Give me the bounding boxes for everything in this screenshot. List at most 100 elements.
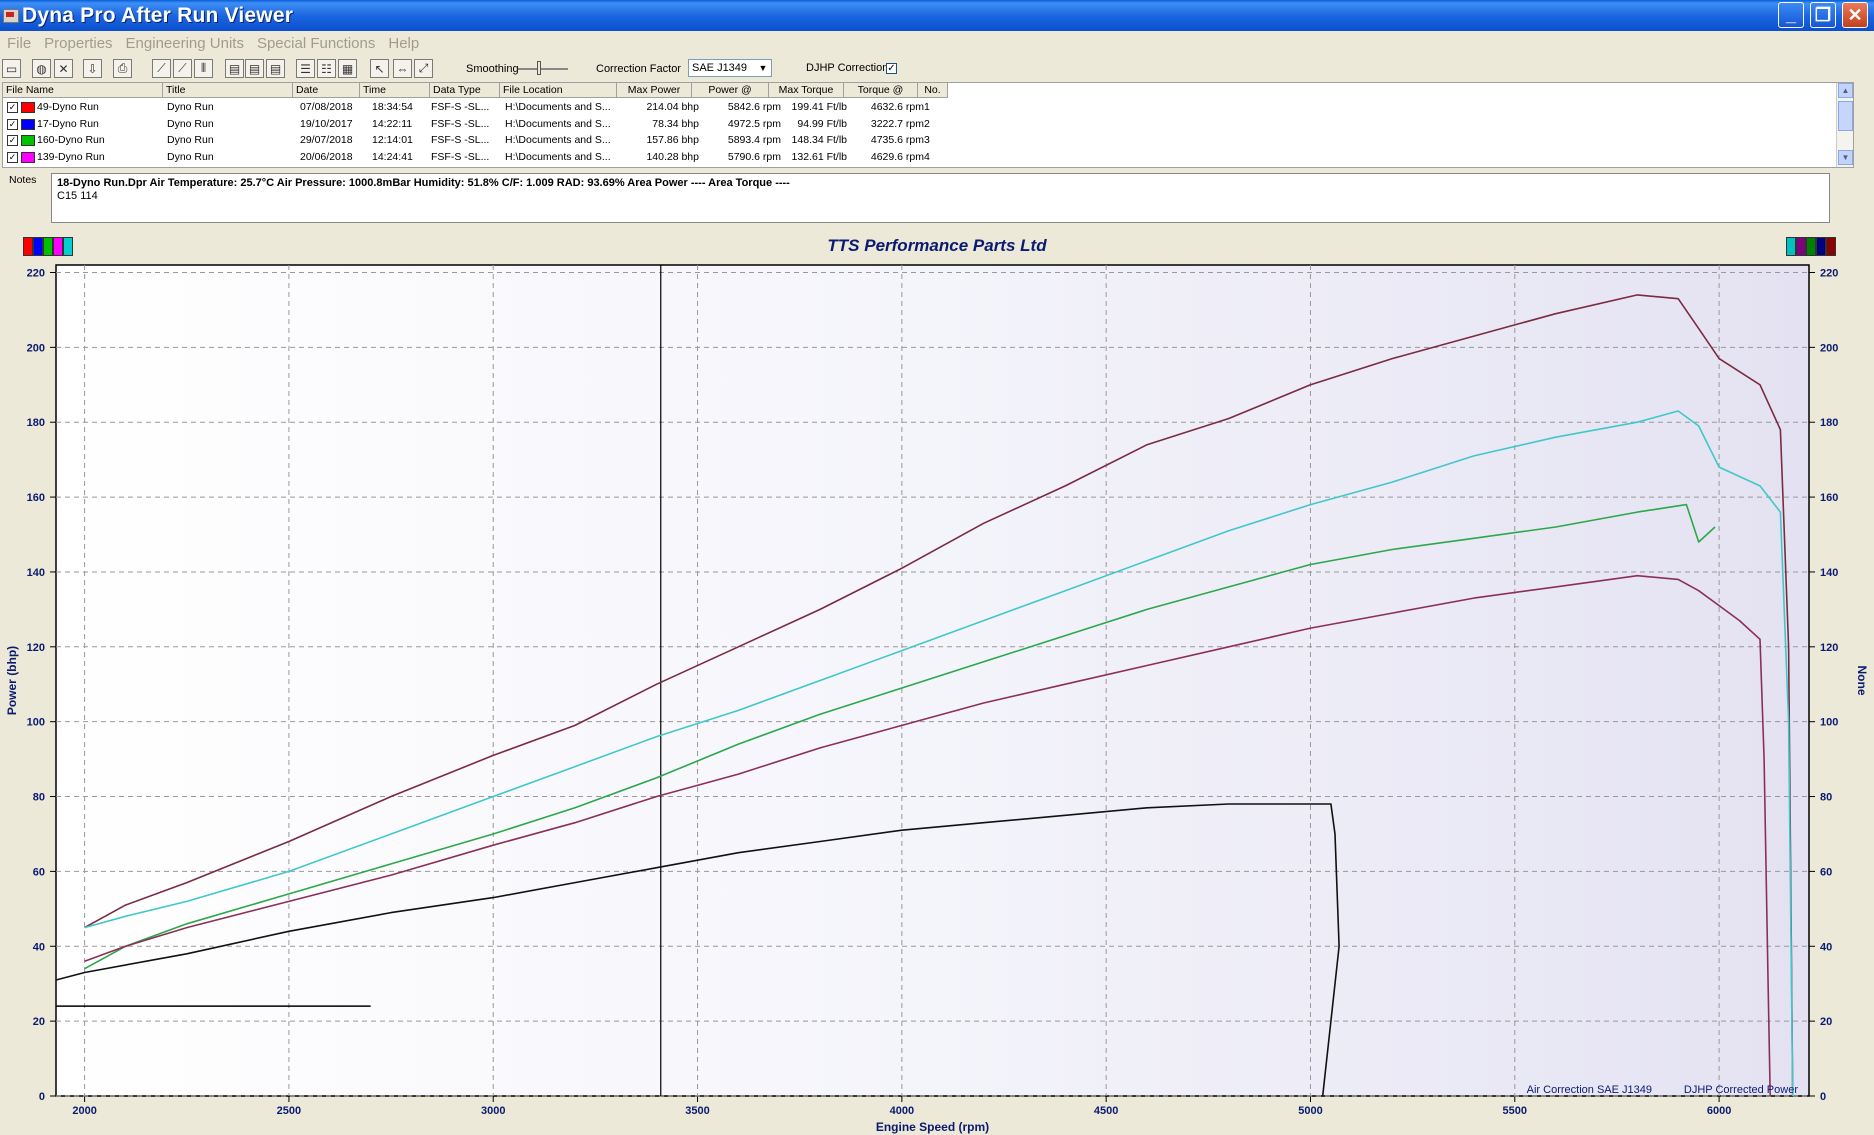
- table-grid-icon[interactable]: ▦: [338, 59, 357, 78]
- minimize-button[interactable]: _: [1778, 2, 1804, 28]
- cursor-icon[interactable]: ↖: [370, 59, 389, 78]
- table-header: File Name Title Date Time Data Type File Loca…: [3, 83, 948, 98]
- air-correction-note: Air Correction SAE J1349: [1527, 1084, 1652, 1096]
- cell-max-power: 140.28 bhp: [646, 150, 699, 163]
- row-visible-checkbox[interactable]: ✓: [7, 118, 18, 130]
- col-data-type-header[interactable]: Data Type: [430, 83, 500, 98]
- cell-max-torque: 94.99 Ft/lb: [797, 117, 847, 130]
- y-tick-label: 0: [39, 1091, 45, 1103]
- scroll-up-icon[interactable]: ▲: [1838, 83, 1853, 98]
- y-tick-label-right: 160: [1820, 492, 1838, 504]
- notes-box[interactable]: 18-Dyno Run.Dpr Air Temperature: 25.7°C …: [51, 173, 1830, 223]
- close-file-icon[interactable]: ✕: [54, 59, 73, 78]
- correction-factor-value: SAE J1349: [692, 62, 748, 74]
- x-axis-label: Engine Speed (rpm): [876, 1120, 989, 1134]
- cell-max-power: 214.04 bhp: [646, 101, 699, 113]
- maximize-button[interactable]: ❐: [1810, 2, 1836, 28]
- row-color-swatch[interactable]: [21, 102, 35, 113]
- cell-data-type: FSF-S -SL...: [431, 150, 490, 163]
- smoothing-slider[interactable]: [518, 61, 568, 75]
- run-file-table: File Name Title Date Time Data Type File Loca…: [2, 82, 1854, 168]
- row-visible-checkbox[interactable]: ✓: [7, 151, 18, 163]
- y-tick-label: 20: [33, 1016, 45, 1028]
- chart-icon[interactable]: ▤: [225, 59, 244, 78]
- menu-bar: File Properties Engineering Units Specia…: [0, 31, 1874, 55]
- cell-power-at: 4972.5 rpm: [727, 117, 781, 130]
- graph-icon[interactable]: ⟋: [152, 59, 171, 78]
- cell-title: Dyno Run: [167, 101, 214, 113]
- menu-properties[interactable]: Properties: [37, 35, 118, 52]
- table-row[interactable]: ✓ 160-Dyno Run Dyno Run 29/07/2018 12:14:01 F…: [3, 132, 948, 148]
- col-time-header[interactable]: Time: [360, 83, 430, 98]
- cell-time: 18:34:54: [372, 101, 413, 113]
- cell-file-name: 49-Dyno Run: [37, 101, 99, 113]
- cell-number: 4: [924, 150, 930, 163]
- correction-factor-select[interactable]: SAE J1349 ▼: [688, 59, 772, 77]
- col-max-torque-header[interactable]: Max Torque: [769, 83, 844, 98]
- cell-torque-at: 4632.6 rpm: [870, 101, 924, 113]
- cell-date: 19/10/2017: [300, 117, 353, 130]
- cell-max-power: 78.34 bhp: [652, 117, 699, 130]
- y-tick-label-right: 40: [1820, 941, 1832, 953]
- col-number-header[interactable]: No.: [918, 83, 948, 98]
- graph-compare-icon[interactable]: ⫴: [194, 59, 213, 78]
- chart-add-icon[interactable]: ▤: [245, 59, 264, 78]
- row-color-swatch[interactable]: [21, 151, 35, 163]
- x-tick-label: 5000: [1298, 1105, 1322, 1117]
- y-tick-label: 220: [27, 267, 45, 279]
- export-icon[interactable]: ⇩: [83, 59, 102, 78]
- menu-special-functions[interactable]: Special Functions: [250, 35, 381, 52]
- row-visible-checkbox[interactable]: ✓: [7, 135, 18, 146]
- col-max-power-header[interactable]: Max Power: [617, 83, 692, 98]
- table-scrollbar[interactable]: ▲ ▼: [1836, 83, 1853, 167]
- col-date-header[interactable]: Date: [293, 83, 360, 98]
- globe-icon[interactable]: ◍: [32, 59, 51, 78]
- cell-data-type: FSF-S -SL...: [431, 117, 490, 130]
- table-row[interactable]: ✓ 139-Dyno Run Dyno Run 20/06/2018 14:24:41 F…: [3, 149, 948, 165]
- cell-date: 07/08/2018: [300, 101, 353, 113]
- table-row[interactable]: ✓ 49-Dyno Run Dyno Run 07/08/2018 18:34:54 FS…: [3, 99, 948, 115]
- cell-max-power: 157.86 bhp: [646, 134, 699, 146]
- scroll-down-icon[interactable]: ▼: [1838, 150, 1853, 165]
- col-file-location-header[interactable]: File Location: [500, 83, 617, 98]
- col-title-header[interactable]: Title: [163, 83, 293, 98]
- graph-zoom-icon[interactable]: ⟋: [173, 59, 192, 78]
- table-row[interactable]: ✓ 17-Dyno Run Dyno Run 19/10/2017 14:22:11 FS…: [3, 116, 948, 132]
- x-tick-label: 3000: [481, 1105, 505, 1117]
- cell-torque-at: 3222.7 rpm: [870, 117, 924, 130]
- scroll-thumb[interactable]: [1838, 101, 1853, 131]
- col-power-at-header[interactable]: Power @: [692, 83, 769, 98]
- cell-date: 20/06/2018: [300, 150, 353, 163]
- table-icon[interactable]: ☰: [296, 59, 315, 78]
- open-icon[interactable]: ▭: [2, 59, 21, 78]
- close-button[interactable]: ✕: [1842, 2, 1868, 28]
- zoom-icon[interactable]: ⇔: [393, 59, 412, 78]
- menu-engineering-units[interactable]: Engineering Units: [119, 35, 250, 52]
- menu-help[interactable]: Help: [381, 35, 425, 52]
- menu-file[interactable]: File: [0, 35, 37, 52]
- chart-settings-icon[interactable]: ▤: [266, 59, 285, 78]
- dyna-pro-window: Dyna Pro After Run Viewer _ ❐ ✕ File Pro…: [0, 0, 1874, 1135]
- row-visible-checkbox[interactable]: ✓: [7, 102, 18, 113]
- x-tick-label: 2000: [72, 1105, 96, 1117]
- row-color-swatch[interactable]: [21, 118, 35, 130]
- power-chart[interactable]: 2000 2500 3000 3500 4000 4500 5000 5500 6000 0 0 20…: [0, 228, 1874, 1135]
- djhp-correction-checkbox[interactable]: ✓: [886, 63, 897, 74]
- djhp-correction-label: DJHP Correction: [806, 62, 889, 74]
- row-color-swatch[interactable]: [21, 135, 35, 146]
- plot-area[interactable]: [55, 264, 1810, 1097]
- cell-title: Dyno Run: [167, 117, 214, 130]
- y-axis-label: Power (bhp): [5, 646, 19, 715]
- y-tick-label: 60: [33, 866, 45, 878]
- table-alt-icon[interactable]: ☷: [317, 59, 336, 78]
- cell-torque-at: 4735.6 rpm: [870, 134, 924, 146]
- fit-icon[interactable]: ⤢: [414, 59, 433, 78]
- smoothing-slider-thumb[interactable]: [537, 61, 541, 75]
- y-tick-label-right: 220: [1820, 267, 1838, 279]
- col-file-name-header[interactable]: File Name: [3, 83, 163, 98]
- col-torque-at-header[interactable]: Torque @: [844, 83, 918, 98]
- print-icon[interactable]: ⎙: [113, 59, 132, 78]
- chevron-down-icon[interactable]: ▼: [755, 60, 771, 76]
- y-tick-label: 160: [27, 492, 45, 504]
- x-tick-label: 2500: [277, 1105, 301, 1117]
